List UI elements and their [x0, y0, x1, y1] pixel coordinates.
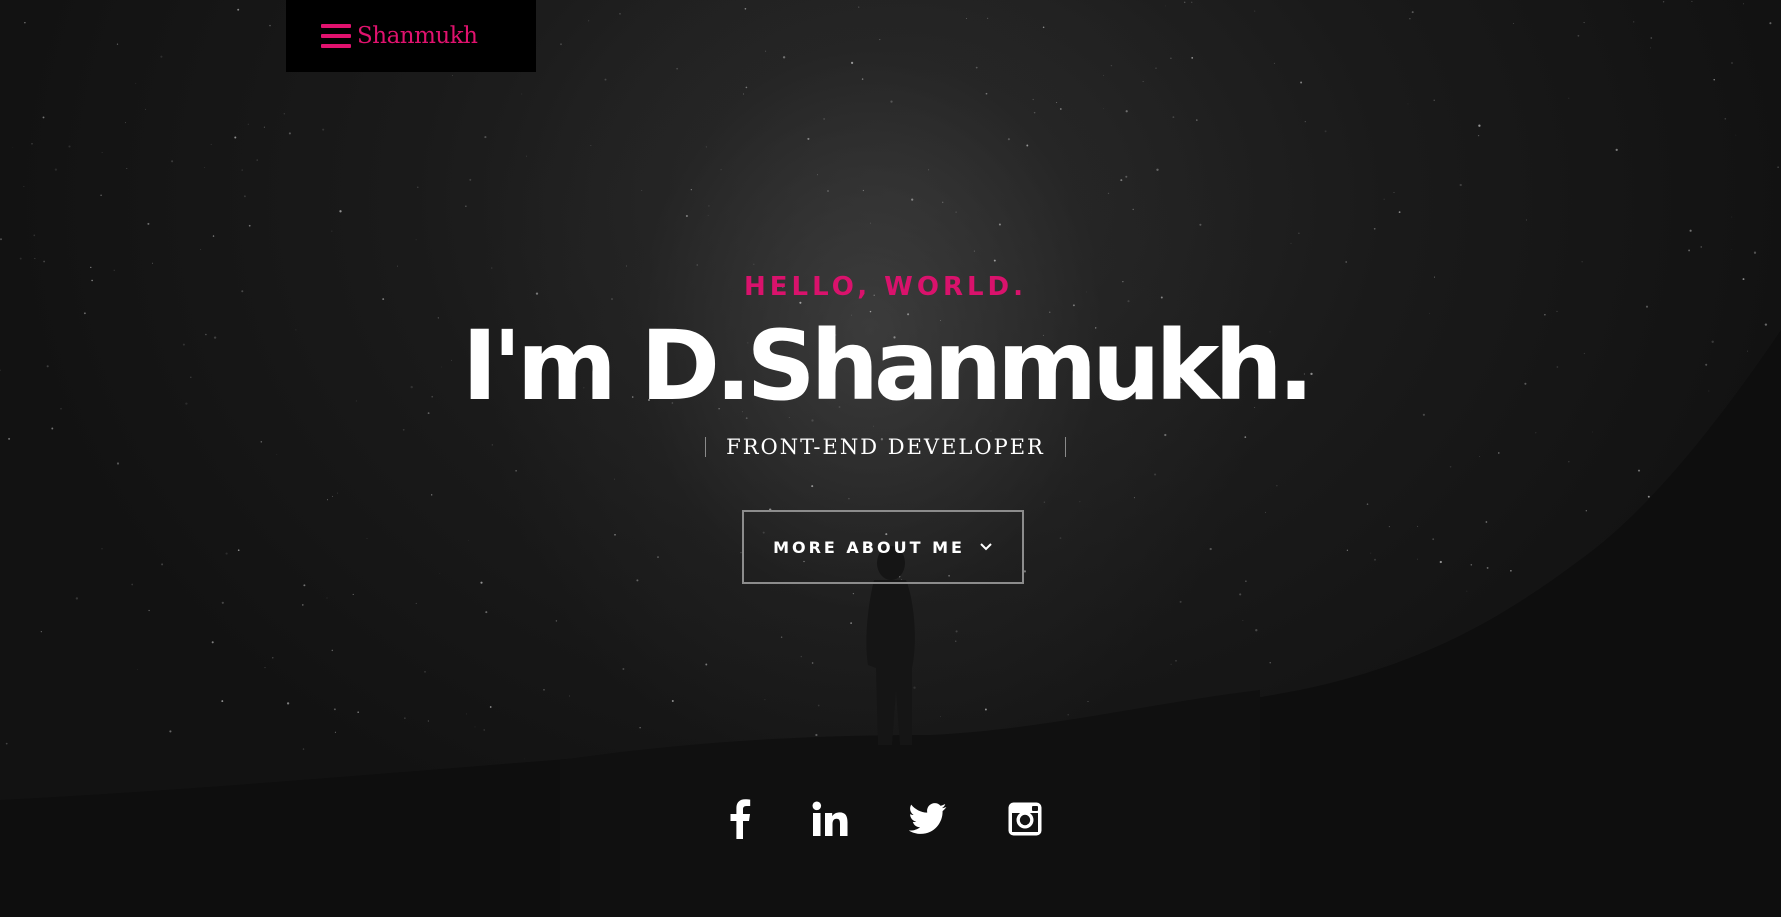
hamburger-menu-icon[interactable]: [321, 24, 351, 48]
divider-bar-right: [1064, 437, 1066, 457]
twitter-link[interactable]: [906, 796, 950, 842]
linkedin-link[interactable]: [810, 796, 850, 842]
top-nav-bar: Shanmukh: [286, 0, 536, 72]
role-line: FRONT-END DEVELOPER: [0, 435, 1771, 459]
facebook-link[interactable]: [726, 796, 754, 842]
more-about-me-label: MORE ABOUT ME: [773, 537, 965, 557]
linkedin-icon: [812, 801, 848, 836]
instagram-icon: [1008, 802, 1042, 836]
facebook-icon: [730, 799, 751, 839]
more-about-me-button[interactable]: MORE ABOUT ME: [742, 510, 1024, 584]
brand-logo-text[interactable]: Shanmukh: [357, 23, 478, 49]
hero-headline: I'm D.Shanmukh.: [461, 310, 1314, 422]
instagram-link[interactable]: [1005, 796, 1045, 842]
chevron-down-icon: [980, 543, 992, 551]
role-text: FRONT-END DEVELOPER: [726, 435, 1045, 459]
social-links: [0, 796, 1781, 846]
twitter-icon: [909, 803, 947, 834]
divider-bar-left: [705, 437, 707, 457]
